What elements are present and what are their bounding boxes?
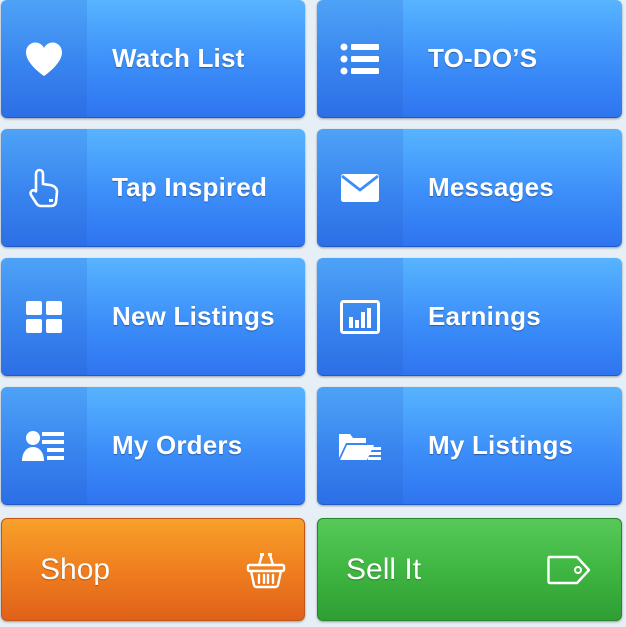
envelope-icon xyxy=(341,173,379,202)
sell-it-button[interactable]: Sell It xyxy=(317,518,622,621)
new-listings-icon-column xyxy=(1,258,87,375)
messages-tile[interactable]: Messages xyxy=(317,129,622,247)
new-listings-label: New Listings xyxy=(112,301,275,331)
shop-button[interactable]: Shop xyxy=(1,518,305,621)
my-orders-label: My Orders xyxy=(112,430,243,460)
bar-chart-icon xyxy=(340,299,380,334)
sell-it-label: Sell It xyxy=(346,552,422,586)
messages-icon-column xyxy=(317,129,403,246)
tap-inspired-label: Tap Inspired xyxy=(112,172,268,202)
earnings-label: Earnings xyxy=(428,301,541,331)
watch-list-label: Watch List xyxy=(112,43,245,73)
messages-label: Messages xyxy=(428,172,554,202)
list-icon xyxy=(340,43,379,74)
my-orders-icon-column xyxy=(1,387,87,504)
shop-label: Shop xyxy=(40,552,111,586)
tap-inspired-tile[interactable]: Tap Inspired xyxy=(1,129,305,247)
my-orders-tile[interactable]: My Orders xyxy=(1,387,305,505)
basket-icon xyxy=(246,552,286,588)
todos-tile[interactable]: TO-DO’S xyxy=(317,0,622,118)
user-list-icon xyxy=(22,430,64,461)
todos-icon-column xyxy=(317,0,403,117)
new-listings-tile[interactable]: New Listings xyxy=(1,258,305,376)
earnings-tile[interactable]: Earnings xyxy=(317,258,622,376)
watch-list-tile[interactable]: Watch List xyxy=(1,0,305,118)
sell-icon-container xyxy=(547,519,591,620)
folder-icon xyxy=(339,433,381,460)
my-listings-tile[interactable]: My Listings xyxy=(317,387,622,505)
home-menu-grid: Watch List TO-DO’S Tap Inspired Messages… xyxy=(0,0,626,627)
tag-icon xyxy=(547,555,591,584)
hand-pointer-icon xyxy=(29,168,59,207)
my-listings-label: My Listings xyxy=(428,430,574,460)
grid-icon xyxy=(26,300,62,333)
tap-inspired-icon-column xyxy=(1,129,87,246)
shop-icon-container xyxy=(246,519,286,620)
my-listings-icon-column xyxy=(317,387,403,504)
watch-list-icon-column xyxy=(1,0,87,117)
todos-label: TO-DO’S xyxy=(428,43,538,73)
earnings-icon-column xyxy=(317,258,403,375)
heart-icon xyxy=(26,42,62,76)
